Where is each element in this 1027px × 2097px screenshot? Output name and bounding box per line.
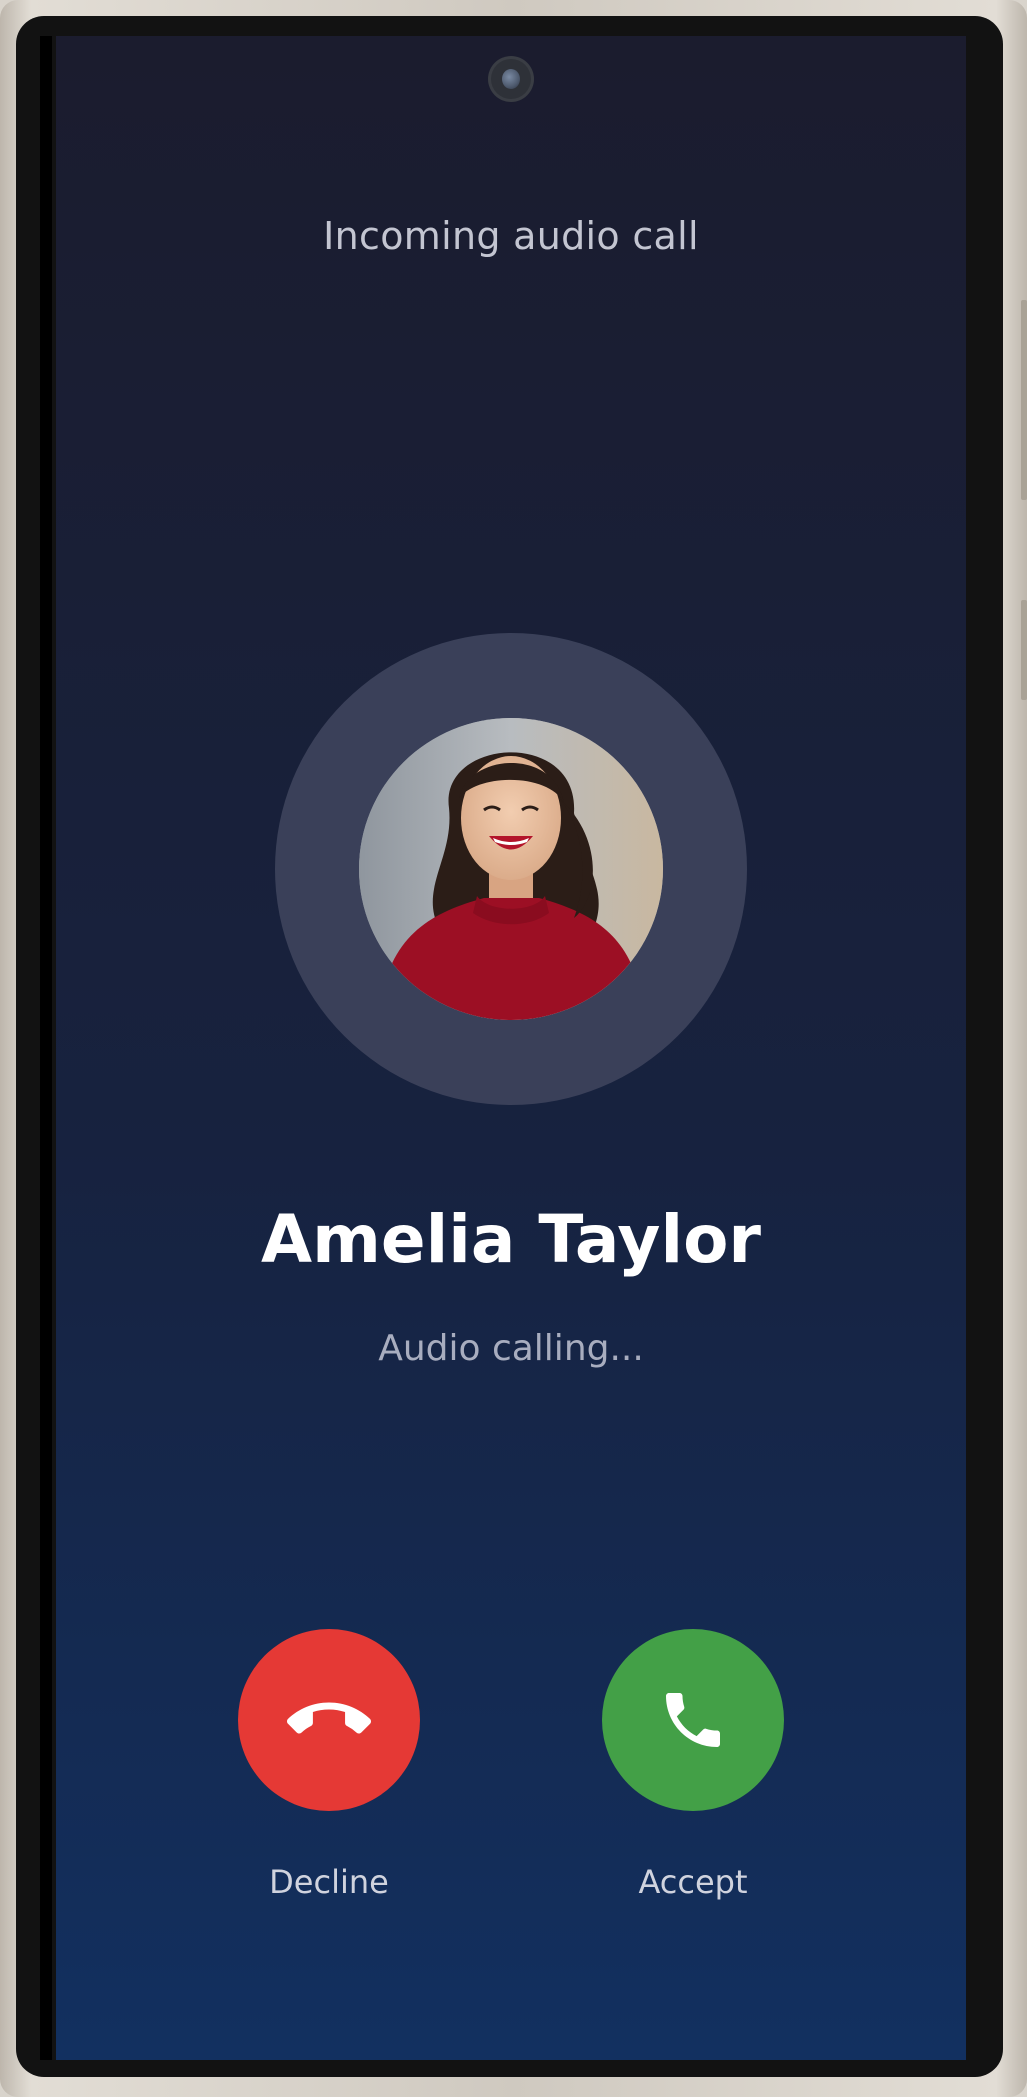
- phone-icon: [666, 1693, 720, 1747]
- phone-frame: Incoming audio call Amelia Taylor Audio …: [0, 0, 1027, 2097]
- accept-button[interactable]: [602, 1629, 784, 1811]
- decline-label: Decline: [269, 1863, 389, 1901]
- call-status: Audio calling...: [378, 1328, 644, 1369]
- front-camera: [491, 59, 531, 99]
- accept-label: Accept: [638, 1863, 748, 1901]
- phone-hangup-icon: [287, 1702, 371, 1734]
- call-type-label: Incoming audio call: [323, 214, 699, 258]
- volume-button: [1021, 300, 1027, 500]
- power-button: [1021, 600, 1027, 700]
- bezel-edge: [40, 36, 52, 2060]
- camera-lens: [502, 69, 520, 89]
- caller-photo: [359, 718, 663, 1020]
- caller-avatar: [359, 718, 663, 1020]
- decline-button[interactable]: [238, 1629, 420, 1811]
- caller-name: Amelia Taylor: [261, 1201, 761, 1278]
- incoming-call-screen: Incoming audio call Amelia Taylor Audio …: [56, 36, 966, 2060]
